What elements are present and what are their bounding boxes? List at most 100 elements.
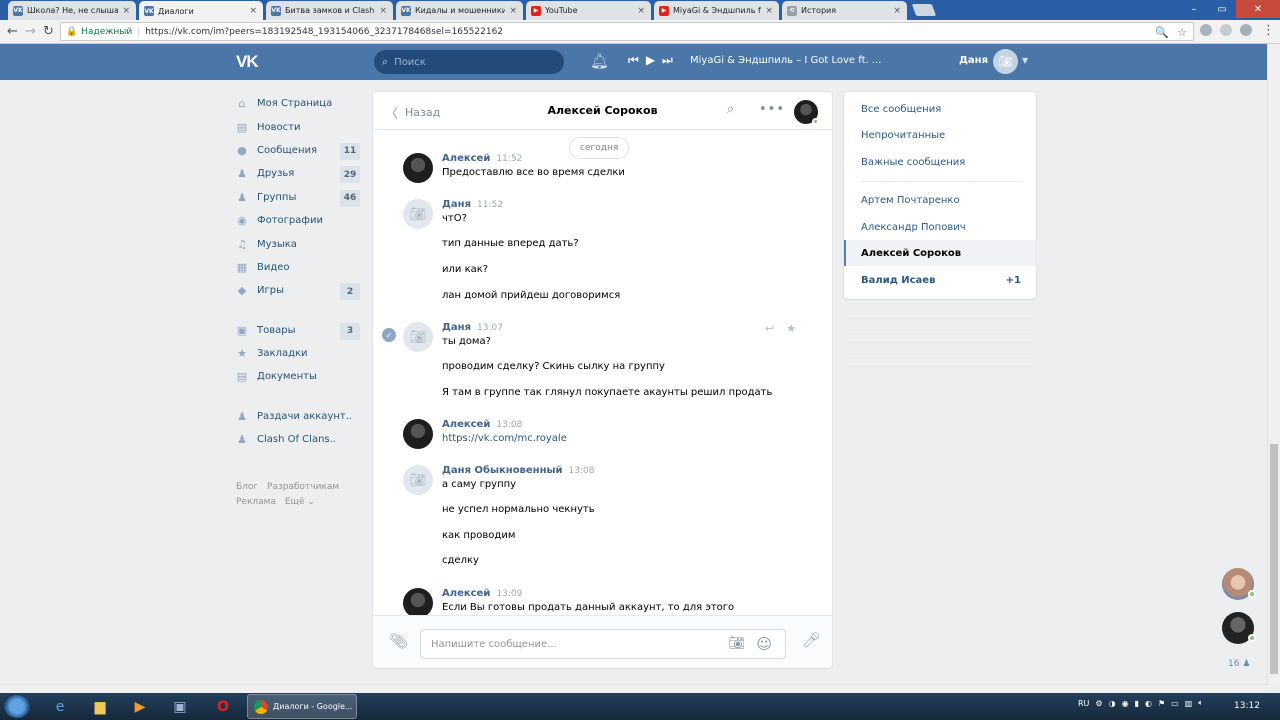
camera-icon[interactable]: 📷︎ [728,636,745,651]
tab-close-icon[interactable]: × [122,6,130,16]
extension-icon[interactable] [1220,24,1232,36]
chat-search-icon[interactable]: ⌕ [727,102,734,117]
now-playing-track[interactable]: MiyaGi & Эндшпиль – I Got Love ft. ... [690,55,881,66]
new-tab-button[interactable] [911,4,937,16]
extension-icon[interactable] [1200,24,1212,36]
message-time[interactable]: 13:07 [477,323,503,333]
reply-icon[interactable]: ↩ [765,322,774,335]
footer-link-blog[interactable]: Блог [236,482,258,492]
browser-tab[interactable]: ⟲ История × [782,1,907,20]
tray-icon[interactable]: ⚑ [1158,699,1165,708]
reload-icon[interactable]: ↻ [43,24,54,39]
message-input[interactable] [431,638,711,650]
left-menu-item[interactable]: ♟ Раздачи аккаунт.. [230,405,362,428]
left-menu-item[interactable]: ♫ Музыка [230,232,362,255]
dialog-filter-item[interactable]: Важные сообщения [844,149,1036,175]
dialog-contact-item[interactable]: Алексей Сороков [844,240,1036,266]
tab-close-icon[interactable]: × [509,6,517,16]
footer-link-more[interactable]: Ещё ⌄ [285,497,315,507]
tray-icon[interactable]: ▭ [1171,699,1179,708]
avatar[interactable] [403,419,433,449]
message-group[interactable]: 📷︎ Даня 11:52 чтО? тип данные вперед дать? ил… [373,199,832,310]
left-menu-item[interactable]: ▣ Товары 3 [230,319,362,342]
left-menu-item[interactable]: ▤ Документы [230,365,362,388]
opera-icon[interactable]: O [205,695,241,718]
message-author[interactable]: Алексей [442,153,490,164]
footer-link-ads[interactable]: Реклама [236,497,276,507]
message-link[interactable]: https://vk.com/mc.royale [442,433,567,444]
browser-tab[interactable]: VK Битва замков и Clash Roya × [266,1,393,20]
tab-close-icon[interactable]: × [765,6,773,16]
left-menu-item[interactable]: ♟ Группы 46 [230,186,362,209]
tray-icon[interactable]: ◐ [1145,699,1152,708]
browser-tab[interactable]: VK Школа? Не, не слышали!× [8,1,136,20]
tab-close-icon[interactable]: × [379,6,387,16]
more-options-icon[interactable]: ••• [759,102,785,117]
back-button[interactable]: 〈 Назад [385,103,440,122]
friend-avatar[interactable] [1222,612,1256,644]
dialog-contact-item[interactable]: Александр Попович [844,214,1036,240]
bookmark-star-icon[interactable]: ☆ [1177,26,1187,39]
chat-title[interactable]: Алексей Сороков [547,104,657,117]
next-track-icon[interactable]: ⏭︎ [662,53,673,68]
left-menu-item[interactable]: ♟ Clash Of Clans.. [230,428,362,451]
dialog-filter-item[interactable]: Непрочитанные [844,122,1036,148]
ie-icon[interactable]: e [42,695,78,718]
save-disk-icon[interactable]: ▣ [162,695,198,718]
previous-track-icon[interactable]: ⏮︎ [628,53,639,68]
message-author[interactable]: Даня [442,322,471,333]
attach-paperclip-icon[interactable]: 📎︎ [389,632,408,650]
emoji-smile-icon[interactable]: ☺ [756,635,772,653]
message-time[interactable]: 11:52 [477,200,503,210]
left-menu-item[interactable]: ⌂ Моя Страница [230,92,362,115]
left-menu-item[interactable]: ● Сообщения 11 [230,139,362,162]
left-menu-item[interactable]: ★ Закладки [230,342,362,365]
browser-tab[interactable]: ▶ YouTube × [526,1,651,20]
vk-logo[interactable]: VK [236,52,259,72]
volume-icon[interactable]: 🔈︎ [1198,698,1203,708]
avatar[interactable] [403,153,433,183]
address-bar[interactable]: 🔒 Надежный https://vk.com/im?peers=18319… [60,22,1194,41]
dialog-contact-item[interactable]: Артем Почтаренко [844,187,1036,213]
scroll-thumb[interactable] [1270,444,1278,674]
avatar-camera-icon[interactable]: 📷︎ [403,322,433,352]
back-arrow-icon[interactable]: ← [7,24,18,39]
message-group[interactable]: 📷︎ Даня 13:07 ты дома? проводим сделку? Скин… [373,322,832,407]
interlocutor-avatar[interactable] [794,100,819,125]
left-menu-item[interactable]: ▤ Новости [230,115,362,138]
tray-icon[interactable]: ⚙︎ [1095,699,1102,708]
online-friends-count[interactable]: 16 ♟ [1228,659,1250,669]
avatar-camera-icon[interactable]: 📷︎ [403,199,433,229]
message-time[interactable]: 13:09 [496,589,522,599]
tray-icon[interactable]: ◉ [1122,699,1129,708]
browser-tab[interactable]: VK Диалоги × [139,1,263,21]
media-player-icon[interactable]: ▶ [122,695,158,718]
taskbar-chrome-window[interactable]: Диалоги - Google... [247,694,357,719]
message-author[interactable]: Даня Обыкновенный [442,465,563,476]
microphone-icon[interactable]: 🎤︎ [802,631,821,649]
header-search[interactable]: ⌕ Поиск [374,50,564,74]
message-author[interactable]: Алексей [442,588,490,599]
left-menu-item[interactable]: ▦ Видео [230,256,362,279]
message-author[interactable]: Алексей [442,419,490,430]
tray-icon[interactable]: ◑ [1109,699,1116,708]
chevron-down-icon[interactable]: ▼ [1022,56,1028,65]
left-menu-item[interactable]: ◆ Игры 2 [230,279,362,302]
message-time[interactable]: 11:52 [496,154,522,164]
notifications-bell-icon[interactable]: 🔔︎ [590,52,609,70]
window-close-icon[interactable]: ✕ [1236,0,1280,18]
header-avatar-camera-icon[interactable]: 📷︎ [993,49,1018,74]
browser-menu-icon[interactable]: ⋮ [1262,23,1275,38]
tab-close-icon[interactable]: × [637,6,645,16]
start-button-icon[interactable] [4,695,30,718]
explorer-folder-icon[interactable]: ▆ [82,695,118,718]
friend-avatar[interactable] [1222,568,1256,600]
minimize-icon[interactable]: – [1180,0,1208,18]
message-time[interactable]: 13:08 [569,466,595,476]
message-group[interactable]: Алексей 13:08 https://vk.com/mc.royale [373,419,832,453]
tab-close-icon[interactable]: × [249,6,257,16]
browser-tab[interactable]: ▶ MiyaGi & Эндшпиль ft. An × [654,1,779,20]
message-group[interactable]: 📷︎ Даня Обыкновенный 13:08 а саму группу не … [373,465,832,575]
network-icon[interactable]: ▥ [1185,699,1193,708]
tray-icon[interactable]: ▮ [1135,699,1139,708]
